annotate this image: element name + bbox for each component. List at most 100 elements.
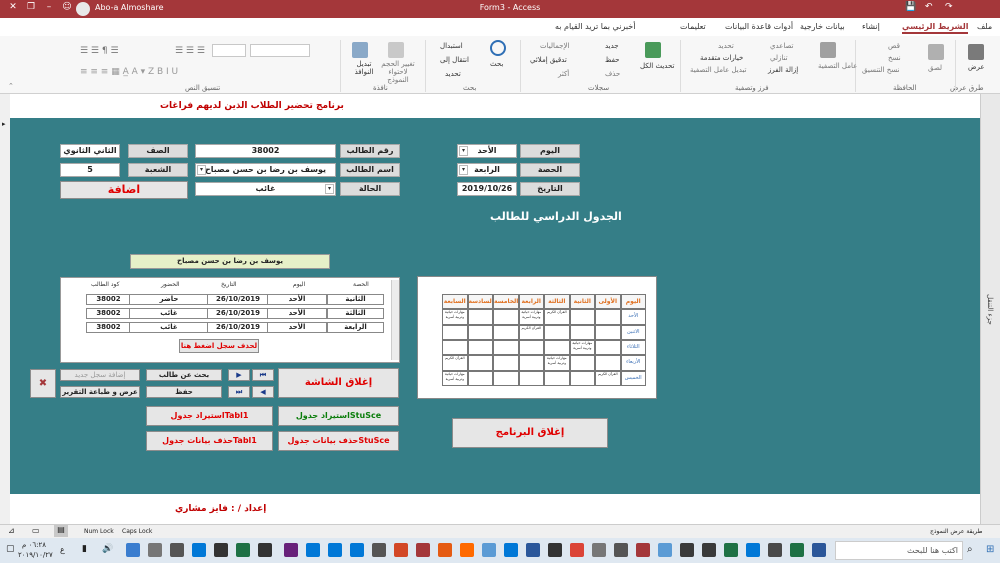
- navigation-pane[interactable]: جزء التنقل: [980, 94, 1000, 524]
- filter-icon[interactable]: [820, 42, 836, 58]
- tab-database-tools[interactable]: أدوات قاعدة البيانات: [725, 22, 793, 31]
- refresh-icon[interactable]: [645, 42, 661, 58]
- view-icon[interactable]: [968, 44, 984, 60]
- app4-taskbar-icon[interactable]: [614, 543, 628, 557]
- more-label[interactable]: أكثر: [558, 70, 569, 78]
- tab-create[interactable]: إنشاء: [862, 22, 880, 31]
- app6-taskbar-icon[interactable]: [548, 543, 562, 557]
- tell-me-search[interactable]: أخبرني بما تريد القيام به: [555, 22, 635, 31]
- excel2-taskbar-icon[interactable]: [724, 543, 738, 557]
- grade-field[interactable]: الثاني الثانوي: [60, 144, 120, 158]
- app3-taskbar-icon[interactable]: [680, 543, 694, 557]
- switch-windows-icon[interactable]: [352, 42, 368, 58]
- import-tabl1-button[interactable]: استيراد جدولTabl1: [146, 406, 273, 426]
- redo-icon[interactable]: ↷: [945, 2, 953, 12]
- row1-day[interactable]: الأحد: [267, 294, 327, 305]
- row2-day[interactable]: الأحد: [267, 308, 327, 319]
- paragraph-icons[interactable]: ☰ ☰ ¶ ☰: [80, 46, 119, 56]
- network-icon[interactable]: ▮: [82, 544, 87, 554]
- row3-attendance[interactable]: غائب: [129, 322, 209, 333]
- save-button[interactable]: حفظ: [146, 386, 222, 398]
- print-report-button[interactable]: عرض و طباعة التقرير: [60, 386, 140, 398]
- nav-prev-button[interactable]: ◀: [252, 386, 274, 398]
- row3-date[interactable]: 26/10/2019: [207, 322, 269, 333]
- switch-windows-label[interactable]: تبديل النوافذ: [350, 60, 378, 76]
- delete-stusce-button[interactable]: حذف بيانات جدولStuSce: [278, 431, 399, 451]
- layout-view-icon[interactable]: ▤: [54, 525, 68, 537]
- restore-window-icon[interactable]: ❐: [24, 2, 38, 16]
- app19-taskbar-icon[interactable]: [148, 543, 162, 557]
- clock-time[interactable]: ٠٦:٢٨ م: [22, 541, 46, 549]
- close-screen-button[interactable]: إغلاق الشاشة: [278, 368, 399, 398]
- add-button[interactable]: اضافة: [60, 181, 188, 199]
- close-program-button[interactable]: إغلاق البرنامج: [452, 418, 608, 448]
- firefox-taskbar-icon[interactable]: [438, 543, 452, 557]
- replace-label[interactable]: استبدال: [440, 42, 463, 50]
- row2-attendance[interactable]: غائب: [129, 308, 209, 319]
- volume-icon[interactable]: 🔊: [102, 544, 113, 554]
- goto-label[interactable]: انتقال إلى: [440, 56, 469, 64]
- new-record-label[interactable]: جديد: [605, 42, 619, 50]
- tab-home[interactable]: الشريط الرئيسي: [902, 22, 969, 34]
- refresh-all-label[interactable]: تحديث الكل: [640, 62, 674, 70]
- app11-taskbar-icon[interactable]: [328, 543, 342, 557]
- chevron-down-icon[interactable]: ▾: [459, 146, 468, 156]
- app8-taskbar-icon[interactable]: [460, 543, 474, 557]
- import-stusce-button[interactable]: استيراد جدولStuSce: [278, 406, 399, 426]
- row1-attendance[interactable]: حاضر: [129, 294, 209, 305]
- format-icons[interactable]: ≡ ≡ ≡ ▦ A̲ A ▾ Z B I U: [80, 67, 178, 77]
- record-selector-icon[interactable]: ▸: [2, 120, 6, 128]
- save-record-label[interactable]: حفظ: [605, 56, 620, 64]
- clock-date[interactable]: ٢٠١٩/١٠/٢٧: [18, 551, 53, 559]
- status-combo[interactable]: ▾ غائب: [195, 182, 336, 196]
- row1-period[interactable]: الثانية: [327, 294, 384, 305]
- search-icon[interactable]: ⌕: [967, 544, 973, 555]
- close-window-icon[interactable]: ✕: [6, 2, 20, 16]
- student-name-combo[interactable]: ▾ يوسف بن رضا بن حسن مصباح: [195, 163, 336, 177]
- subform-scrollbar[interactable]: [391, 280, 399, 360]
- powerpoint-taskbar-icon[interactable]: [394, 543, 408, 557]
- date-field[interactable]: 2019/10/26: [457, 182, 517, 196]
- day-combo[interactable]: ▾ الأحد: [457, 144, 517, 158]
- select-label[interactable]: تحديد: [445, 70, 461, 78]
- save-icon[interactable]: 💾: [905, 2, 916, 12]
- app20-taskbar-icon[interactable]: [126, 543, 140, 557]
- font-name-combo[interactable]: [250, 44, 310, 57]
- minimize-window-icon[interactable]: –: [42, 2, 56, 16]
- toggle-filter-label[interactable]: تبديل عامل التصفية: [690, 66, 746, 74]
- remove-sort-label[interactable]: إزالة الفرز: [768, 66, 798, 74]
- spelling-label[interactable]: تدقيق إملائي: [530, 56, 567, 64]
- nav-next-button[interactable]: ▶: [228, 369, 250, 381]
- row1-date[interactable]: 26/10/2019: [207, 294, 269, 305]
- tab-file[interactable]: ملف: [977, 22, 992, 31]
- find-label[interactable]: بحث: [490, 60, 503, 68]
- period-combo[interactable]: ▾ الرابعة: [457, 163, 517, 177]
- app9-taskbar-icon[interactable]: [372, 543, 386, 557]
- access-taskbar-icon[interactable]: [636, 543, 650, 557]
- delete-tabl1-button[interactable]: حذف بيانات جدولTabl1: [146, 431, 273, 451]
- list-icons[interactable]: ☰ ☰ ☰: [175, 46, 205, 56]
- view-button-label[interactable]: عرض: [968, 63, 985, 71]
- row2-student-code[interactable]: 38002: [86, 308, 131, 319]
- collapse-ribbon-icon[interactable]: ⌃: [8, 82, 14, 90]
- chevron-down-icon[interactable]: ▾: [325, 184, 334, 194]
- app17-taskbar-icon[interactable]: [192, 543, 206, 557]
- windows-start-icon[interactable]: ⊞: [986, 544, 994, 555]
- row3-day[interactable]: الأحد: [267, 322, 327, 333]
- undo-icon[interactable]: ↶: [925, 2, 933, 12]
- size-to-fit-icon[interactable]: [388, 42, 404, 58]
- word-taskbar-icon[interactable]: [526, 543, 540, 557]
- chrome-taskbar-icon[interactable]: [570, 543, 584, 557]
- chevron-down-icon[interactable]: ▾: [197, 165, 206, 175]
- nav-first-button[interactable]: ⏮: [252, 369, 274, 381]
- app7-taskbar-icon[interactable]: [482, 543, 496, 557]
- app2-taskbar-icon[interactable]: [702, 543, 716, 557]
- nav-last-button[interactable]: ⏭: [228, 386, 250, 398]
- nav-pane-label[interactable]: جزء التنقل: [986, 294, 994, 325]
- ie-taskbar-icon[interactable]: [504, 543, 518, 557]
- row2-date[interactable]: 26/10/2019: [207, 308, 269, 319]
- paste-icon[interactable]: [928, 44, 944, 60]
- section-field[interactable]: 5: [60, 163, 120, 177]
- paste-label[interactable]: لصق: [928, 64, 942, 72]
- exit-icon[interactable]: ✖: [30, 369, 56, 398]
